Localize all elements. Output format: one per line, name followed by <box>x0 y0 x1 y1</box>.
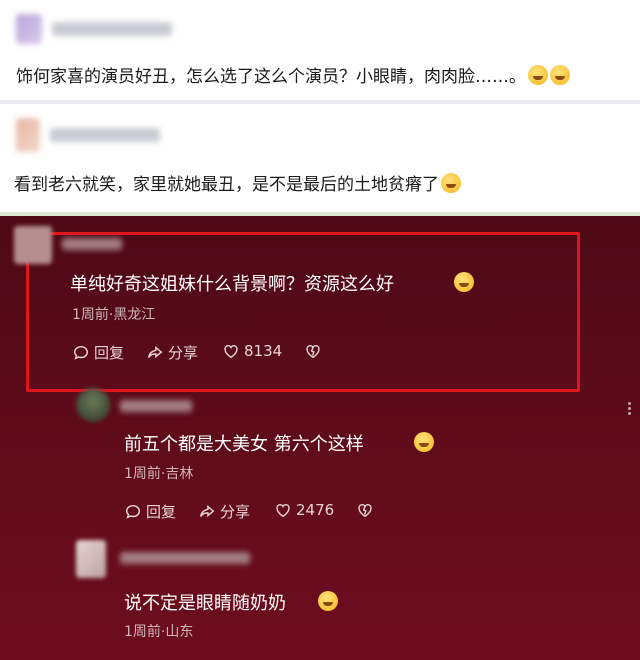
share-button[interactable]: 分享 <box>198 501 250 522</box>
avatar[interactable] <box>14 226 52 264</box>
laugh-emoji-icon <box>414 432 434 452</box>
dislike-button[interactable] <box>304 342 322 360</box>
share-button[interactable]: 分享 <box>146 342 198 363</box>
more-icon[interactable] <box>628 402 631 415</box>
like-button[interactable]: 2476 <box>274 501 334 519</box>
post-text: 看到老六就笑，家里就她最丑，是不是最后的土地贫瘠了 <box>14 170 461 195</box>
laugh-emoji-icon <box>318 591 338 611</box>
like-count: 2476 <box>296 501 335 519</box>
heart-icon <box>224 344 238 359</box>
dislike-button[interactable] <box>356 501 374 519</box>
reply-button[interactable]: 回复 <box>72 342 124 363</box>
avatar[interactable] <box>76 388 110 422</box>
username-blurred[interactable] <box>62 238 122 250</box>
avatar[interactable] <box>16 118 40 152</box>
like-button[interactable]: 8134 <box>222 342 282 360</box>
reply-label: 回复 <box>94 344 125 362</box>
share-label: 分享 <box>168 344 199 362</box>
comment-text: 单纯好奇这姐妹什么背景啊？资源这么好 <box>70 274 394 295</box>
like-count: 8134 <box>244 342 283 360</box>
comment-meta: 1周前·吉林 <box>124 466 194 482</box>
post-text-content: 饰何家喜的演员好丑，怎么选了这么个演员？小眼睛，肉肉脸……。 <box>16 67 526 87</box>
share-icon <box>199 504 215 517</box>
comment-text: 前五个都是大美女 第六个这样 <box>124 434 364 455</box>
grin-emoji-icon <box>550 65 570 85</box>
post-card-2: 看到老六就笑，家里就她最丑，是不是最后的土地贫瘠了 <box>0 104 640 212</box>
laugh-emoji-icon <box>441 173 461 193</box>
post-text: 饰何家喜的演员好丑，怎么选了这么个演员？小眼睛，肉肉脸……。 <box>16 62 570 87</box>
username-blurred[interactable] <box>52 22 172 36</box>
grin-emoji-icon <box>528 65 548 85</box>
username-blurred[interactable] <box>120 400 192 412</box>
reply-button[interactable]: 回复 <box>124 501 176 522</box>
username-blurred[interactable] <box>50 128 160 142</box>
share-icon <box>147 345 163 358</box>
broken-heart-icon <box>358 503 372 518</box>
share-label: 分享 <box>220 503 251 521</box>
comment-meta: 1周前·黑龙江 <box>72 307 156 323</box>
comment-text: 说不定是眼睛随奶奶 <box>124 593 286 614</box>
comment-bubble-icon <box>73 345 89 360</box>
post-text-content: 看到老六就笑，家里就她最丑，是不是最后的土地贫瘠了 <box>14 175 439 195</box>
comment-bubble-icon <box>125 504 141 519</box>
comment-meta: 1周前·山东 <box>124 624 194 640</box>
heart-icon <box>276 503 290 518</box>
username-blurred[interactable] <box>120 552 250 564</box>
avatar[interactable] <box>76 540 106 578</box>
reply-label: 回复 <box>146 503 177 521</box>
avatar[interactable] <box>16 14 42 44</box>
laugh-emoji-icon <box>454 272 474 292</box>
post-card-1: 饰何家喜的演员好丑，怎么选了这么个演员？小眼睛，肉肉脸……。 <box>0 0 640 100</box>
broken-heart-icon <box>306 344 320 359</box>
